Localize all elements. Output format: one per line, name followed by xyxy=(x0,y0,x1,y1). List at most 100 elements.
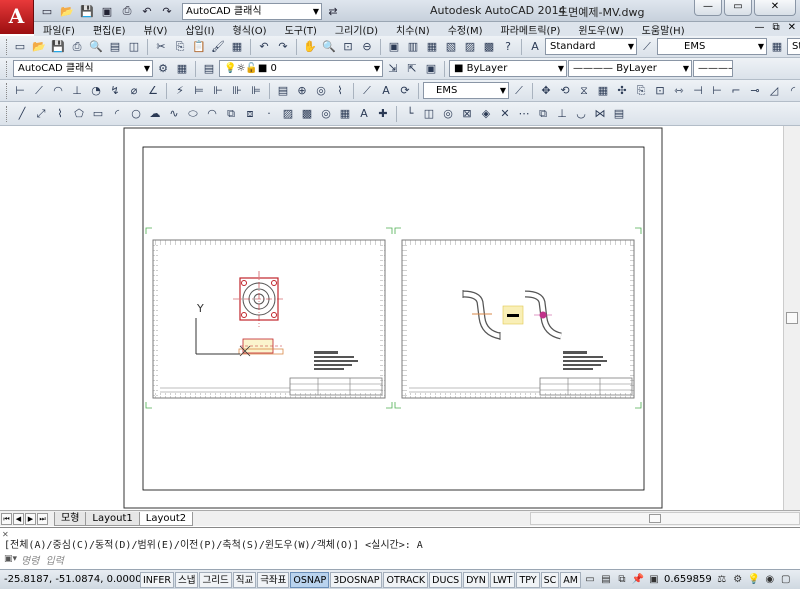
make-current-layer-icon[interactable]: ⇲ xyxy=(384,60,402,78)
layer-state-icon[interactable]: ▦ xyxy=(173,60,191,78)
center-mark-icon[interactable]: ⊕ xyxy=(293,82,311,100)
design-center-icon[interactable]: ▥ xyxy=(404,38,422,56)
menu-dimension[interactable]: 치수(N) xyxy=(387,22,439,37)
continue-dim-icon[interactable]: ⊩ xyxy=(209,82,227,100)
tolerance-icon[interactable]: ▤ xyxy=(274,82,292,100)
gradient-icon[interactable]: ▩ xyxy=(298,105,316,123)
linetype-dropdown[interactable]: ———— ByLayer ▼ xyxy=(568,60,692,77)
undo-icon[interactable]: ↶ xyxy=(255,38,273,56)
drawing-canvas[interactable]: Y xyxy=(0,126,783,510)
zoom-window-icon[interactable]: ⊡ xyxy=(339,38,357,56)
quick-dim-icon[interactable]: ⚡ xyxy=(171,82,189,100)
snap-toggle[interactable]: 스냅 xyxy=(174,571,199,588)
dim-style-manager-icon[interactable]: ⟋ xyxy=(510,82,528,100)
menu-help[interactable]: 도움말(H) xyxy=(633,22,694,37)
workspace-settings-icon[interactable]: ⚙ xyxy=(154,60,172,78)
snap-perpendicular-icon[interactable]: ⊥ xyxy=(553,105,571,123)
coordinate-readout[interactable]: -25.8187, -51.0874, 0.0000 xyxy=(0,574,142,585)
polyline-icon[interactable]: ⌇ xyxy=(51,105,69,123)
toolbar-grip[interactable] xyxy=(6,60,9,77)
ellipse-icon[interactable]: ⬭ xyxy=(184,105,202,123)
redo-icon[interactable]: ↷ xyxy=(158,3,176,19)
sheet-set-icon[interactable]: ▧ xyxy=(442,38,460,56)
jogged-linear-icon[interactable]: ⌇ xyxy=(331,82,349,100)
match-properties-icon[interactable]: 🖌 xyxy=(209,38,227,56)
tab-model[interactable]: 모형 xyxy=(54,511,87,526)
save-as-icon[interactable]: ▣ xyxy=(98,3,116,19)
menu-parametric[interactable]: 파라메트릭(P) xyxy=(492,22,570,37)
arc-icon[interactable]: ◜ xyxy=(108,105,126,123)
region-icon[interactable]: ◎ xyxy=(317,105,335,123)
properties-icon[interactable]: ▣ xyxy=(385,38,403,56)
last-tab-icon[interactable]: ⏭ xyxy=(37,512,48,525)
hatch-icon[interactable]: ▨ xyxy=(279,105,297,123)
open-icon[interactable]: 📂 xyxy=(30,38,48,56)
mirror-icon[interactable]: ⧖ xyxy=(575,82,593,100)
dyn-toggle[interactable]: DYN xyxy=(463,571,489,588)
application-menu-button[interactable]: A xyxy=(0,0,34,34)
menu-file[interactable]: 파일(F) xyxy=(34,22,84,37)
snap-intersection-icon[interactable]: ✕ xyxy=(496,105,514,123)
viewport-scale-icon[interactable]: ▣ xyxy=(646,572,662,588)
snap-quadrant-icon[interactable]: ◈ xyxy=(477,105,495,123)
rectangle-icon[interactable]: ▭ xyxy=(89,105,107,123)
revision-cloud-icon[interactable]: ☁ xyxy=(146,105,164,123)
move-icon[interactable]: ✥ xyxy=(537,82,555,100)
hardware-accel-icon[interactable]: ◉ xyxy=(762,572,778,588)
snap-center-icon[interactable]: ◎ xyxy=(439,105,457,123)
save-icon[interactable]: 💾 xyxy=(78,3,96,19)
menu-format[interactable]: 형식(O) xyxy=(224,22,276,37)
inspect-icon[interactable]: ◎ xyxy=(312,82,330,100)
layer-isolate-icon[interactable]: ▣ xyxy=(422,60,440,78)
dim-style-icon[interactable]: ⟋ xyxy=(638,38,656,56)
join-icon[interactable]: ⊸ xyxy=(746,82,764,100)
close-button[interactable]: ✕ xyxy=(754,0,796,16)
3d-dwf-icon[interactable]: ◫ xyxy=(125,38,143,56)
snap-midpoint-icon[interactable]: ◫ xyxy=(420,105,438,123)
plot-preview-icon[interactable]: 🔍 xyxy=(87,38,105,56)
pin-icon[interactable]: 📌 xyxy=(630,572,646,588)
trim-icon[interactable]: ⊣ xyxy=(689,82,707,100)
cut-icon[interactable]: ✂ xyxy=(152,38,170,56)
prev-tab-icon[interactable]: ◀ xyxy=(13,512,24,525)
snap-endpoint-icon[interactable]: └ xyxy=(401,105,419,123)
multiline-text-icon[interactable]: A xyxy=(355,105,373,123)
menu-tools[interactable]: 도구(T) xyxy=(276,22,326,37)
circle-icon[interactable]: ○ xyxy=(127,105,145,123)
insert-block-icon[interactable]: ⧉ xyxy=(222,105,240,123)
share-icon[interactable]: ⇄ xyxy=(324,3,342,19)
table-style-dropdown[interactable]: Star xyxy=(787,38,800,55)
break-icon[interactable]: ⌐ xyxy=(727,82,745,100)
command-input[interactable]: 명령 입력 xyxy=(21,552,64,567)
dim-style-dropdown[interactable]: EMS ▼ xyxy=(657,38,767,55)
polar-toggle[interactable]: 극좌표 xyxy=(257,571,290,588)
doc-restore-button[interactable]: ⧉ xyxy=(772,22,779,33)
block-editor-icon[interactable]: ▦ xyxy=(228,38,246,56)
table-style-icon[interactable]: ▦ xyxy=(768,38,786,56)
fillet-icon[interactable]: ◜ xyxy=(784,82,800,100)
dim-text-edit-icon[interactable]: A xyxy=(377,82,395,100)
dim-edit-icon[interactable]: ⟋ xyxy=(358,82,376,100)
dim-space-icon[interactable]: ⊪ xyxy=(228,82,246,100)
publish-icon[interactable]: ▤ xyxy=(106,38,124,56)
new-file-icon[interactable]: ▭ xyxy=(38,3,56,19)
vertical-scroll-thumb[interactable] xyxy=(786,312,798,324)
angular-dim-icon[interactable]: ∠ xyxy=(144,82,162,100)
menu-view[interactable]: 뷰(V) xyxy=(135,22,177,37)
infer-toggle[interactable]: INFER xyxy=(140,571,174,588)
workspace-toolbar-dropdown[interactable]: AutoCAD 클래식 ▼ xyxy=(13,60,153,77)
plot-icon[interactable]: ⎙ xyxy=(68,38,86,56)
spline-icon[interactable]: ∿ xyxy=(165,105,183,123)
construction-line-icon[interactable]: ⤢ xyxy=(32,105,50,123)
baseline-dim-icon[interactable]: ⊨ xyxy=(190,82,208,100)
lwt-toggle[interactable]: LWT xyxy=(489,571,516,588)
annotation-scale-icon[interactable]: ⚖ xyxy=(714,572,730,588)
layer-properties-icon[interactable]: ▤ xyxy=(200,60,218,78)
tool-palettes-icon[interactable]: ▦ xyxy=(423,38,441,56)
aligned-dim-icon[interactable]: ⟋ xyxy=(30,82,48,100)
restore-button[interactable]: ▭ xyxy=(724,0,752,16)
snap-settings-icon[interactable]: ▤ xyxy=(610,105,628,123)
horizontal-scroll-thumb[interactable] xyxy=(649,514,661,523)
new-icon[interactable]: ▭ xyxy=(11,38,29,56)
snap-nearest-icon[interactable]: ⋈ xyxy=(591,105,609,123)
